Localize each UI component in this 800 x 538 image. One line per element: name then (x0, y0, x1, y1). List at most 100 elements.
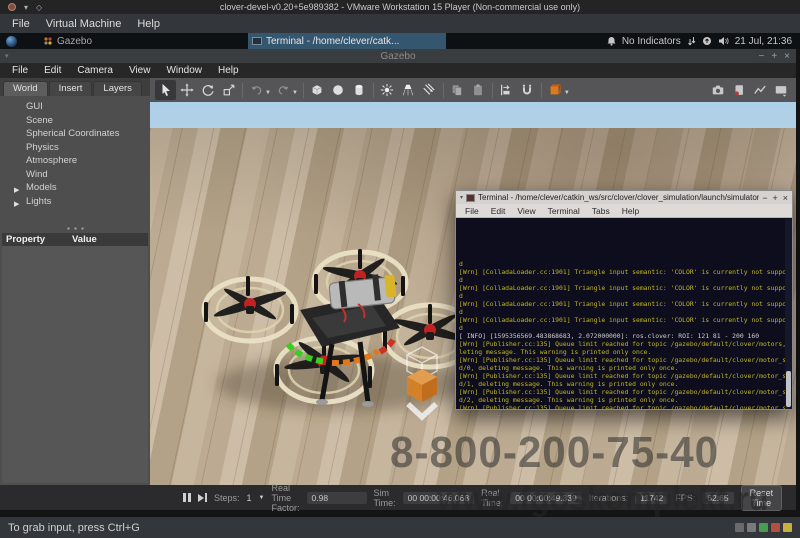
gazebo-menu-item[interactable]: Window (158, 65, 210, 76)
terminal-menu-item[interactable]: Edit (485, 206, 512, 216)
vmware-menu-item[interactable]: Help (129, 18, 168, 30)
gazebo-app-icon (43, 36, 53, 46)
vmware-menu-item[interactable]: File (4, 18, 38, 30)
vm-power-icon[interactable] (8, 3, 16, 11)
cdrom-device-icon[interactable] (747, 523, 756, 532)
volume-icon[interactable] (718, 36, 729, 46)
harddisk-device-icon[interactable] (735, 523, 744, 532)
panel-tab[interactable]: World (3, 81, 48, 96)
terminal-log-line: [Wrn] [ColladaLoader.cc:1901] Triangle i… (459, 268, 785, 276)
gazebo-window-title: Gazebo (0, 51, 796, 62)
terminal-menu-item[interactable]: Tabs (586, 206, 616, 216)
terminal-window-menu-icon[interactable]: ▾ (460, 194, 463, 201)
steps-value[interactable]: 1 (247, 493, 252, 503)
tree-item[interactable]: Wind (0, 168, 150, 182)
clock[interactable]: 21 Jul, 21:36 (735, 36, 792, 47)
desktop-taskbar: Gazebo Terminal - /home/clever/catk... N… (0, 33, 800, 49)
insert-cylinder-icon[interactable] (349, 80, 370, 100)
rotate-tool-icon[interactable] (197, 80, 218, 100)
vm-fullscreen-icon[interactable]: ◇ (36, 3, 42, 12)
panel-splitter-handle[interactable] (65, 227, 85, 230)
terminal-maximize-button[interactable]: + (772, 193, 777, 203)
tree-item[interactable]: Spherical Coordinates (0, 127, 150, 141)
terminal-minimize-button[interactable]: − (762, 193, 767, 203)
terminal-log-line: d/2, deleting message. This warning is p… (459, 396, 785, 404)
point-light-icon[interactable] (377, 80, 398, 100)
terminal-menu-item[interactable]: Help (616, 206, 645, 216)
panel-tab[interactable]: Layers (93, 81, 142, 96)
tree-item[interactable]: Scene (0, 114, 150, 128)
copy-icon[interactable] (447, 80, 468, 100)
scale-tool-icon[interactable] (218, 80, 239, 100)
indicators-label[interactable]: No Indicators (622, 36, 681, 47)
gazebo-menu-item[interactable]: Camera (69, 65, 121, 76)
select-tool-icon[interactable] (155, 80, 176, 100)
snap-tool-icon[interactable] (517, 80, 538, 100)
log-record-icon[interactable] (728, 80, 749, 100)
panel-tab[interactable]: Insert (49, 81, 93, 96)
notification-bell-icon[interactable] (607, 36, 616, 46)
pause-button[interactable] (183, 493, 191, 502)
vmware-window-title: clover-devel-v0.20+5e989382 - VMware Wor… (0, 2, 800, 12)
gazebo-close-button[interactable]: × (784, 51, 790, 62)
building-editor-dropdown-icon[interactable]: ▼ (564, 90, 570, 96)
insert-sphere-icon[interactable] (328, 80, 349, 100)
vmware-menu-item[interactable]: Virtual Machine (38, 18, 130, 30)
sound-device-icon[interactable] (783, 523, 792, 532)
terminal-scrollbar[interactable] (785, 219, 792, 409)
terminal-scrollbar-thumb[interactable] (786, 371, 791, 407)
tree-item[interactable]: Atmosphere (0, 154, 150, 168)
gazebo-menu-item[interactable]: File (4, 65, 36, 76)
usb-device-icon[interactable] (771, 523, 780, 532)
vmware-titlebar: ▾ ◇ clover-devel-v0.20+5e989382 - VMware… (0, 0, 800, 14)
align-tool-icon[interactable] (496, 80, 517, 100)
undo-dropdown-icon[interactable]: ▼ (265, 90, 271, 96)
redo-icon[interactable] (273, 80, 294, 100)
terminal-close-button[interactable]: × (783, 193, 788, 203)
terminal-log-line: [Wrn] [ColladaLoader.cc:1901] Triangle i… (459, 316, 785, 324)
directional-light-icon[interactable] (419, 80, 440, 100)
plot-icon[interactable] (749, 80, 770, 100)
tree-item[interactable]: Models (0, 181, 150, 195)
building-editor-icon[interactable] (545, 80, 566, 100)
taskbar-gazebo-button[interactable]: Gazebo (43, 36, 92, 47)
gazebo-menu-item[interactable]: View (121, 65, 159, 76)
terminal-menu-item[interactable]: Terminal (542, 206, 586, 216)
gazebo-minimize-button[interactable]: − (758, 51, 764, 62)
watermark-phone: 8-800-200-75-40 (390, 428, 719, 478)
undo-icon[interactable] (246, 80, 267, 100)
tree-item[interactable]: GUI (0, 100, 150, 114)
step-button[interactable] (198, 493, 207, 502)
terminal-log-line: [ INFO] [1595356569.483868683, 2.0720000… (459, 332, 785, 340)
steps-dropdown-icon[interactable]: ▼ (259, 495, 265, 501)
terminal-log-line: d/0, deleting message. This warning is p… (459, 364, 785, 372)
redo-dropdown-icon[interactable]: ▼ (292, 90, 298, 96)
terminal-log-line: [Wrn] [ColladaLoader.cc:1901] Triangle i… (459, 284, 785, 292)
vm-power-dropdown-icon[interactable]: ▾ (24, 3, 28, 12)
paste-icon[interactable] (468, 80, 489, 100)
network-device-icon[interactable] (759, 523, 768, 532)
taskbar-terminal-button[interactable]: Terminal - /home/clever/catk... (248, 33, 446, 49)
spot-light-icon[interactable] (398, 80, 419, 100)
terminal-log-lines: d[Wrn] [ColladaLoader.cc:1901] Triangle … (459, 236, 785, 409)
tree-item[interactable]: Lights (0, 195, 150, 209)
terminal-output: d[Wrn] [ColladaLoader.cc:1901] Triangle … (456, 219, 785, 409)
gazebo-maximize-button[interactable]: + (771, 51, 777, 62)
screenshot-camera-icon[interactable] (707, 80, 728, 100)
terminal-menu-item[interactable]: File (459, 206, 485, 216)
network-arrows-icon[interactable] (687, 36, 696, 46)
view-control-icon[interactable] (770, 80, 791, 100)
updater-icon[interactable] (702, 36, 712, 46)
gazebo-menu-item[interactable]: Help (210, 65, 247, 76)
terminal-window-title: Terminal - /home/clever/catkin_ws/src/cl… (478, 193, 759, 202)
insert-box-icon[interactable] (307, 80, 328, 100)
gazebo-window-menu-icon[interactable]: ▾ (5, 52, 9, 60)
terminal-titlebar[interactable]: ▾ Terminal - /home/clever/catkin_ws/src/… (456, 191, 792, 204)
tree-item[interactable]: Physics (0, 141, 150, 155)
gazebo-menu-item[interactable]: Edit (36, 65, 69, 76)
translate-tool-icon[interactable] (176, 80, 197, 100)
gazebo-titlebar[interactable]: ▾ Gazebo − + × (0, 49, 796, 63)
terminal-log-line: d (459, 308, 785, 316)
app-launcher-icon[interactable] (6, 36, 17, 47)
terminal-menu-item[interactable]: View (511, 206, 541, 216)
